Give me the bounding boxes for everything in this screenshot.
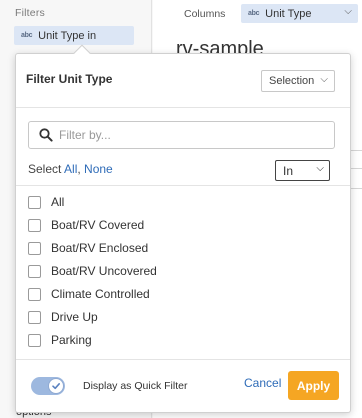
text-type-icon: abc (248, 10, 260, 17)
filter-mode-value: Selection (269, 75, 315, 87)
list-item[interactable]: Boat/RV Enclosed (28, 238, 278, 258)
checkbox[interactable] (28, 333, 41, 347)
active-filter-label: Unit Type in (38, 29, 97, 42)
text-type-icon: abc (21, 32, 33, 39)
operator-select[interactable]: In ⌵ (275, 160, 330, 181)
filter-popup: Filter Unit Type Selection ⌵ Select All,… (15, 44, 351, 413)
cancel-button[interactable]: Cancel (244, 376, 281, 390)
select-all-link[interactable]: All (64, 162, 77, 176)
search-input[interactable] (59, 128, 319, 142)
filters-heading: Filters (15, 7, 45, 19)
chevron-down-icon: ⌵ (344, 6, 352, 17)
list-item[interactable]: Drive Up (28, 307, 278, 327)
checkbox[interactable] (28, 264, 41, 278)
option-label: Drive Up (51, 310, 98, 324)
popup-footer: Display as Quick Filter Cancel Apply (16, 359, 350, 412)
checkbox[interactable] (28, 241, 41, 255)
quick-filter-toggle[interactable] (31, 377, 65, 395)
apply-button[interactable]: Apply (288, 371, 339, 400)
chevron-down-icon: ⌵ (316, 163, 324, 174)
search-icon (39, 128, 53, 142)
list-item[interactable]: Boat/RV Covered (28, 215, 278, 235)
divider (16, 107, 350, 108)
option-label: Parking (51, 333, 92, 347)
toggle-knob (48, 378, 64, 394)
option-label: All (51, 195, 65, 209)
list-item[interactable]: Parking (28, 330, 278, 350)
column-field-chip[interactable]: abc Unit Type ⌵ (241, 4, 358, 23)
option-label: Climate Controlled (51, 287, 150, 301)
list-item[interactable]: All (28, 192, 278, 212)
checkbox[interactable] (28, 218, 41, 232)
list-item[interactable]: Boat/RV Uncovered (28, 261, 278, 281)
option-label: Boat/RV Covered (51, 218, 145, 232)
quick-filter-label: Display as Quick Filter (83, 380, 188, 392)
option-label: Boat/RV Uncovered (51, 264, 157, 278)
select-label: Select (28, 162, 62, 176)
checkbox[interactable] (28, 310, 41, 324)
checkbox[interactable] (28, 195, 41, 209)
columns-heading: Columns (184, 8, 226, 20)
list-item[interactable]: Climate Controlled (28, 284, 278, 304)
select-links: Select All, None (28, 162, 113, 176)
chevron-down-icon: ⌵ (320, 74, 328, 85)
divider (16, 185, 350, 186)
column-field-label: Unit Type (265, 7, 312, 20)
checkbox[interactable] (28, 287, 41, 301)
search-field[interactable] (28, 121, 335, 149)
active-filter-chip[interactable]: abc Unit Type in (14, 26, 134, 45)
select-none-link[interactable]: None (84, 162, 113, 176)
operator-value: In (283, 163, 294, 178)
popup-title: Filter Unit Type (26, 72, 113, 86)
check-icon (52, 382, 60, 390)
option-label: Boat/RV Enclosed (51, 241, 149, 255)
filter-mode-select[interactable]: Selection ⌵ (261, 70, 335, 92)
